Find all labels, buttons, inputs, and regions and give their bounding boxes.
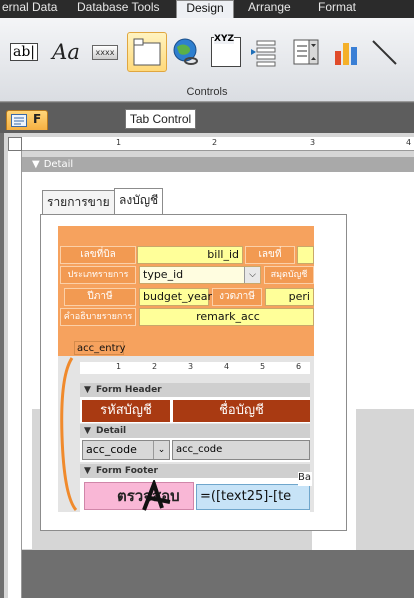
tab-control-button[interactable] <box>127 32 167 72</box>
tab-format[interactable]: Format <box>314 0 360 18</box>
ruler-mark: 4 <box>406 138 412 147</box>
tab-external-data[interactable]: ernal Data <box>0 0 61 18</box>
document-tab-strip <box>0 103 414 133</box>
detail-section-bar[interactable]: ▼ Detail <box>22 157 414 172</box>
budget-year-field[interactable]: budget_year <box>139 288 212 306</box>
detail-bar[interactable]: ▼ Detail <box>80 424 310 438</box>
web-browser-icon: XYZ <box>211 34 241 67</box>
acc-code-textbox[interactable]: acc_code <box>172 440 310 460</box>
bill-id-field[interactable]: bill_id <box>137 246 243 264</box>
form-footer-label: Form Footer <box>96 466 158 476</box>
number-field[interactable] <box>297 246 314 264</box>
web-browser-button[interactable]: XYZ <box>208 34 244 70</box>
line-icon <box>372 40 397 65</box>
form-header-label: Form Header <box>96 385 162 395</box>
ribbon-controls-group: ab| Aa xxxx XYZ Controls <box>0 18 414 102</box>
tab-arrange[interactable]: Arrange <box>244 0 295 18</box>
ruler-corner[interactable] <box>8 137 22 151</box>
label-icon: Aa <box>52 40 80 64</box>
line-button[interactable] <box>366 34 402 70</box>
bill-no-label: เลขที่บิล <box>60 246 136 264</box>
type-id-combo[interactable]: type_id ⌵ <box>139 266 261 284</box>
hyperlink-icon <box>173 38 198 65</box>
ledger-label: สมุดบัญชี <box>264 266 314 284</box>
ribbon-tab-bar: ernal Data Database Tools Design Arrange… <box>0 0 414 19</box>
ruler-mark: 1 <box>116 362 122 371</box>
period-field[interactable]: peri <box>265 288 314 306</box>
subform-name-label: acc_entry <box>74 341 126 355</box>
tab-database-tools[interactable]: Database Tools <box>73 0 164 18</box>
section-marker-icon: ▼ <box>84 385 91 395</box>
section-marker-icon: ▼ <box>84 466 91 476</box>
transaction-type-label: ประเภทรายการ <box>60 266 136 284</box>
tab-control-icon <box>133 38 161 66</box>
form-icon <box>11 114 27 127</box>
empty-area <box>22 550 414 598</box>
tab-sales-list[interactable]: รายการขาย <box>42 190 115 214</box>
command-button[interactable]: xxxx <box>86 34 124 70</box>
textbox-icon: ab| <box>9 43 39 61</box>
hyperlink-button[interactable] <box>168 34 204 70</box>
textbox-button[interactable]: ab| <box>6 34 42 70</box>
period-label: งวดภาษี <box>212 288 262 306</box>
fiscal-year-label: ปีภาษี <box>64 288 136 306</box>
chart-button[interactable] <box>329 34 365 70</box>
ruler-mark: 3 <box>310 138 316 147</box>
number-label: เลขที่ <box>245 246 295 264</box>
type-id-value: type_id <box>143 268 184 281</box>
form-header-bar[interactable]: ▼ Form Header <box>80 383 310 397</box>
subform-border-accent <box>60 357 78 511</box>
subform-ruler: 1 2 3 4 5 6 <box>80 362 310 374</box>
ruler-mark: 3 <box>188 362 194 371</box>
acc-code-combo[interactable]: acc_code ⌄ <box>82 440 170 460</box>
form-document-tab[interactable]: F <box>6 110 48 130</box>
ruler-mark: 4 <box>224 362 230 371</box>
ruler-mark: 5 <box>260 362 266 371</box>
button-icon: xxxx <box>91 44 119 60</box>
navigation-button[interactable] <box>246 34 282 70</box>
account-name-header[interactable]: ชื่อบัญชี <box>173 400 310 422</box>
tab-design[interactable]: Design <box>176 0 234 19</box>
detail-section-label: Detail <box>43 159 74 170</box>
footer-extra-label: Ba <box>298 472 312 486</box>
section-marker-icon: ▼ <box>84 426 91 436</box>
vertical-ruler <box>8 151 22 598</box>
ruler-mark: 2 <box>152 362 158 371</box>
remark-field[interactable]: remark_acc <box>139 308 314 326</box>
description-label: คำอธิบายรายการ <box>60 308 136 326</box>
document-tab-label: F <box>33 112 42 126</box>
cursor-mark-icon <box>142 480 171 511</box>
horizontal-ruler: 1 2 3 4 <box>22 137 414 151</box>
ruler-mark: 6 <box>296 362 302 371</box>
acc-code-combo-value: acc_code <box>86 443 137 456</box>
controls-group-label: Controls <box>186 86 228 98</box>
chart-icon <box>335 43 357 65</box>
form-footer-bar[interactable]: ▼ Form Footer <box>80 464 310 478</box>
tooltip: Tab Control <box>125 109 196 129</box>
ruler-mark: 2 <box>212 138 218 147</box>
navigation-icon <box>251 40 276 67</box>
chevron-down-icon[interactable]: ⌵ <box>244 267 260 283</box>
total-expression-field[interactable]: =([text25]-[te <box>196 484 310 510</box>
label-button[interactable]: Aa <box>48 34 84 70</box>
tab-accounting[interactable]: ลงบัญชี <box>114 188 164 215</box>
chevron-down-icon[interactable]: ⌄ <box>153 441 169 459</box>
account-code-header[interactable]: รหัสบัญชี <box>82 400 170 422</box>
section-marker-icon: ▼ <box>32 159 40 170</box>
combo-box-button[interactable] <box>288 34 324 70</box>
ruler-mark: 1 <box>116 138 122 147</box>
detail-canvas-lower <box>22 409 32 549</box>
detail-label: Detail <box>96 426 127 436</box>
combo-box-icon <box>293 39 319 65</box>
